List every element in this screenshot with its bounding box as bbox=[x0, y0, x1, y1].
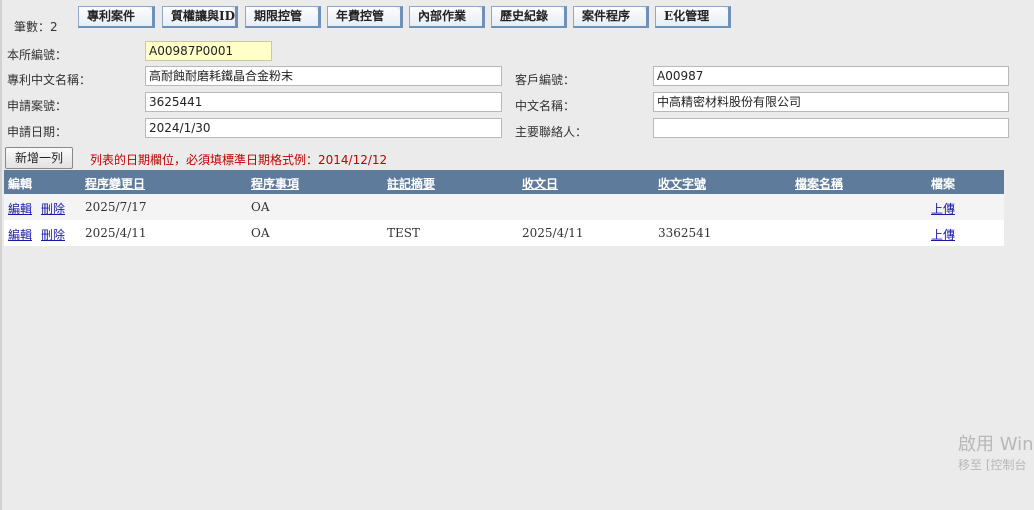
client-name-label: 中文名稱： bbox=[515, 99, 576, 113]
delete-link[interactable]: 刪除 bbox=[41, 200, 65, 217]
tab-case-procedure[interactable]: 案件程序 bbox=[573, 6, 649, 28]
cell-change-date: 2025/7/17 bbox=[85, 200, 147, 214]
record-count-label: 筆數： bbox=[14, 20, 51, 34]
delete-link[interactable]: 刪除 bbox=[41, 226, 65, 243]
window-left-border bbox=[0, 0, 2, 510]
app-no-label: 申請案號： bbox=[7, 99, 68, 113]
tab-e-management[interactable]: E化管理 bbox=[655, 6, 731, 28]
table-header: 編輯 程序變更日 程序事項 註記摘要 收文日 收文字號 檔案名稱 檔案 bbox=[4, 170, 1004, 194]
cell-recv-no: 3362541 bbox=[658, 226, 712, 240]
cell-procedure-item: OA bbox=[251, 226, 270, 240]
header-change-date[interactable]: 程序變更日 bbox=[85, 175, 145, 192]
add-row-button[interactable]: 新增一列 bbox=[5, 147, 73, 169]
upload-link[interactable]: 上傳 bbox=[931, 226, 955, 243]
table-row: 編輯 刪除 2025/7/17 OA 上傳 bbox=[4, 194, 1004, 220]
app-date-field[interactable]: 2024/1/30 bbox=[145, 118, 502, 138]
tab-pledge-ids[interactable]: 質權讓與IDS bbox=[162, 6, 238, 28]
date-format-notice: 列表的日期欄位，必須填標準日期格式例：2014/12/12 bbox=[90, 153, 388, 167]
contact-field[interactable] bbox=[653, 118, 1009, 138]
table-row: 編輯 刪除 2025/4/11 OA TEST 2025/4/11 336254… bbox=[4, 220, 1004, 246]
edit-link[interactable]: 編輯 bbox=[8, 200, 32, 217]
upload-link[interactable]: 上傳 bbox=[931, 200, 955, 217]
record-count-value: 2 bbox=[50, 20, 58, 34]
tab-annuity-control[interactable]: 年費控管 bbox=[327, 6, 403, 28]
app-date-label: 申請日期： bbox=[7, 125, 68, 139]
app-no-field[interactable]: 3625441 bbox=[145, 92, 502, 112]
tab-patent-cases[interactable]: 專利案件 bbox=[78, 6, 155, 28]
cell-recv-date: 2025/4/11 bbox=[522, 226, 584, 240]
cell-note-summary: TEST bbox=[387, 226, 420, 240]
cell-procedure-item: OA bbox=[251, 200, 270, 214]
our-no-field[interactable]: A00987P0001 bbox=[145, 41, 272, 61]
title-cn-label: 專利中文名稱： bbox=[7, 73, 92, 87]
header-file: 檔案 bbox=[931, 177, 956, 191]
record-count: 筆數：2 bbox=[14, 18, 58, 35]
our-no-label: 本所編號： bbox=[7, 48, 68, 62]
header-recv-date[interactable]: 收文日 bbox=[522, 175, 558, 192]
header-procedure-item[interactable]: 程序事項 bbox=[251, 175, 299, 192]
edit-link[interactable]: 編輯 bbox=[8, 226, 32, 243]
activation-watermark-subtitle: 移至 [控制台 bbox=[958, 458, 1027, 472]
activation-watermark-title: 啟用 Win bbox=[958, 434, 1034, 455]
client-name-field[interactable]: 中高精密材料股份有限公司 bbox=[653, 92, 1009, 112]
client-no-label: 客戶編號： bbox=[515, 73, 576, 87]
header-file-name[interactable]: 檔案名稱 bbox=[795, 175, 843, 192]
title-cn-field[interactable]: 高耐蝕耐磨耗鐵晶合金粉末 bbox=[145, 66, 502, 86]
procedure-table: 編輯 程序變更日 程序事項 註記摘要 收文日 收文字號 檔案名稱 檔案 編輯 刪… bbox=[4, 170, 1004, 246]
header-recv-no[interactable]: 收文字號 bbox=[658, 175, 706, 192]
tab-internal-work[interactable]: 內部作業 bbox=[409, 6, 485, 28]
cell-change-date: 2025/4/11 bbox=[85, 226, 147, 240]
tab-history[interactable]: 歷史紀錄 bbox=[491, 6, 567, 28]
contact-label: 主要聯絡人： bbox=[515, 125, 588, 139]
tab-deadline-control[interactable]: 期限控管 bbox=[245, 6, 321, 28]
header-edit: 編輯 bbox=[8, 177, 33, 191]
client-no-field[interactable]: A00987 bbox=[653, 66, 1009, 86]
header-note-summary[interactable]: 註記摘要 bbox=[387, 175, 435, 192]
